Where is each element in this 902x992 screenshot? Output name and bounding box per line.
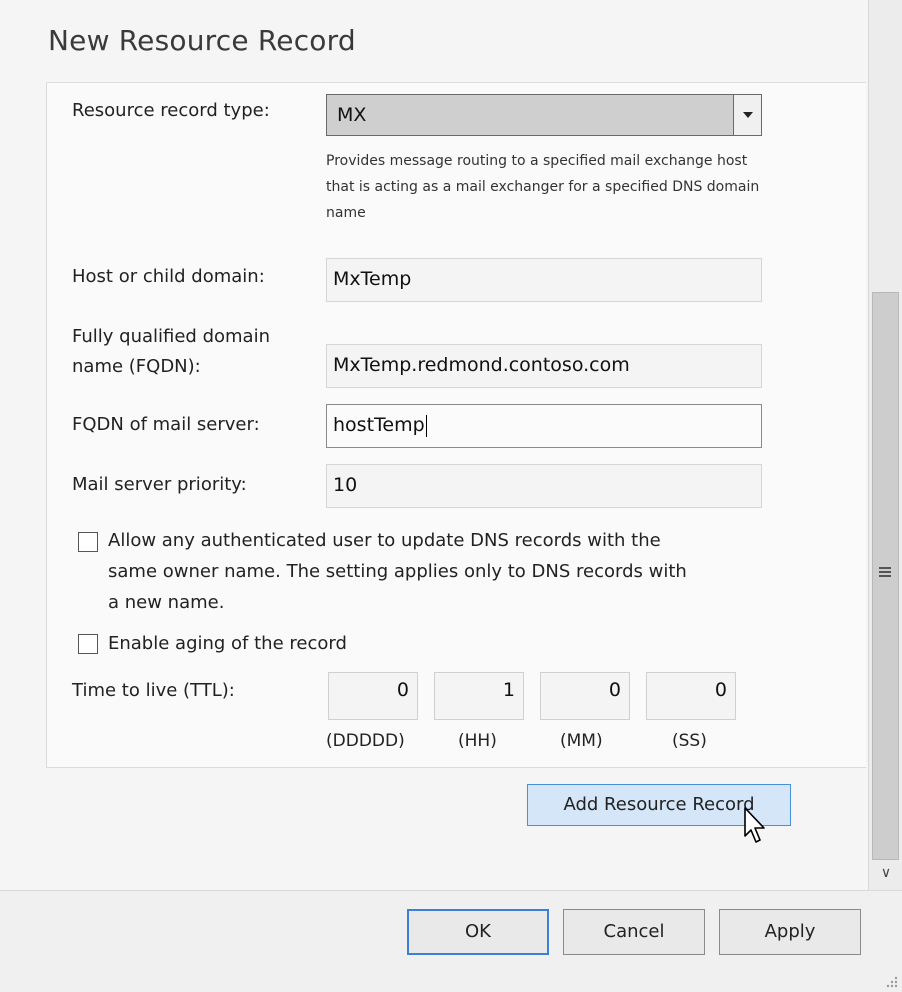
ttl-hours-input[interactable]: 1 [434, 672, 524, 720]
record-type-value: MX [337, 104, 367, 126]
record-type-description: Provides message routing to a specified … [326, 153, 760, 221]
scroll-thumb[interactable] [872, 292, 899, 860]
resize-grip-icon[interactable] [884, 974, 898, 988]
ttl-hours-unit: (HH) [458, 731, 497, 751]
apply-button[interactable]: Apply [719, 909, 861, 955]
chevron-down-icon[interactable] [733, 95, 761, 135]
host-label: Host or child domain: [72, 266, 265, 287]
ttl-seconds-unit: (SS) [672, 731, 707, 751]
dialog-footer: OK Cancel Apply [0, 890, 902, 992]
ttl-label: Time to live (TTL): [72, 680, 235, 701]
grip-icon [879, 567, 891, 579]
ttl-seconds-input[interactable]: 0 [646, 672, 736, 720]
aging-checkbox[interactable] [78, 634, 98, 654]
scroll-down-icon[interactable]: ∨ [873, 862, 899, 884]
vertical-scrollbar[interactable]: ∨ [868, 0, 902, 890]
priority-label: Mail server priority: [72, 474, 247, 495]
priority-input[interactable]: 10 [326, 464, 762, 508]
ttl-days-unit: (DDDDD) [326, 731, 405, 751]
fqdn-field: MxTemp.redmond.contoso.com [326, 344, 762, 388]
host-input[interactable]: MxTemp [326, 258, 762, 302]
allow-update-checkbox[interactable] [78, 532, 98, 552]
fqdn-label-line2: name (FQDN): [72, 356, 201, 377]
text-caret [425, 414, 427, 437]
ttl-days-input[interactable]: 0 [328, 672, 418, 720]
allow-update-label-line3: a new name. [108, 592, 225, 613]
allow-update-label-line2: same owner name. The setting applies onl… [108, 561, 687, 582]
ttl-minutes-unit: (MM) [560, 731, 603, 751]
mail-server-value: hostTemp [333, 414, 425, 436]
record-type-label: Resource record type: [72, 100, 270, 121]
mail-server-input[interactable]: hostTemp [326, 404, 762, 448]
mouse-pointer-icon [742, 806, 768, 850]
dialog-content: New Resource Record Resource record type… [0, 0, 868, 890]
record-type-select[interactable]: MX [326, 94, 762, 136]
cancel-button[interactable]: Cancel [563, 909, 705, 955]
mail-server-label: FQDN of mail server: [72, 414, 260, 435]
aging-label: Enable aging of the record [108, 633, 347, 654]
dialog-title: New Resource Record [48, 24, 356, 57]
ttl-minutes-input[interactable]: 0 [540, 672, 630, 720]
allow-update-label-line1: Allow any authenticated user to update D… [108, 530, 661, 551]
ok-button[interactable]: OK [407, 909, 549, 955]
fqdn-label-line1: Fully qualified domain [72, 326, 270, 347]
